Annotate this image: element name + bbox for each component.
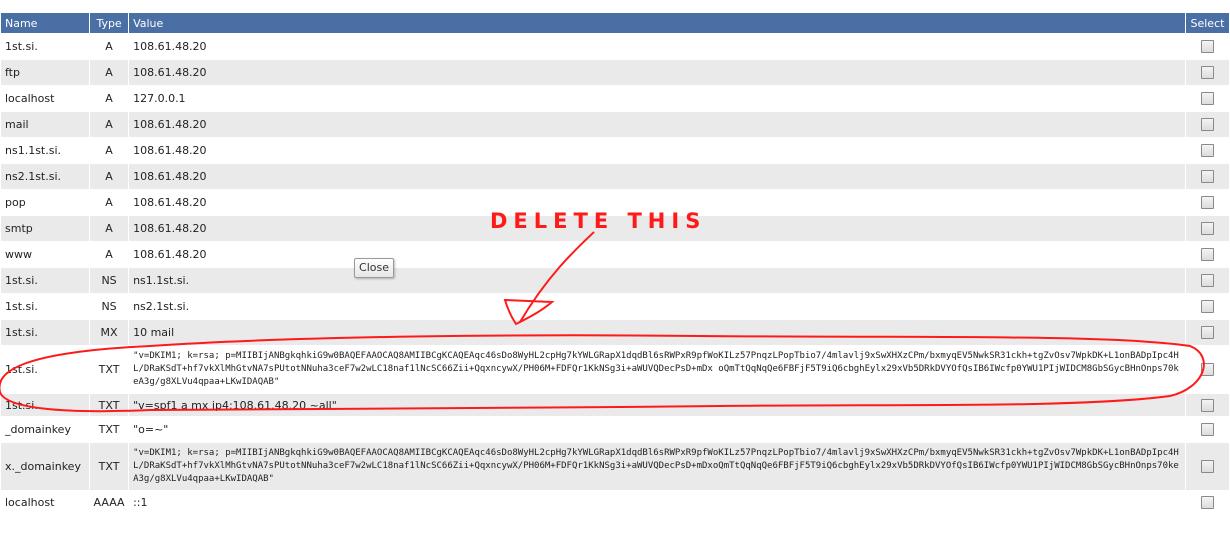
- select-checkbox[interactable]: [1200, 300, 1214, 314]
- select-checkbox[interactable]: [1200, 66, 1214, 80]
- record-name: x._domainkey: [1, 443, 90, 490]
- record-value: "v=DKIM1; k=rsa; p=MIIBIjANBgkqhkiG9w0BA…: [129, 443, 1185, 490]
- table-row: ns2.1st.si. A 108.61.48.20: [1, 164, 1229, 189]
- record-name: 1st.si.: [1, 34, 90, 59]
- close-button[interactable]: Close: [354, 258, 394, 278]
- top-strip: [0, 0, 1230, 12]
- record-type: A: [90, 164, 129, 189]
- record-value: ::1: [129, 491, 1185, 513]
- record-type: AAAA: [90, 491, 129, 513]
- record-name: localhost: [1, 491, 90, 513]
- dns-records-table: Name Type Value Select 1st.si. A 108.61.…: [0, 12, 1230, 514]
- record-name: ns2.1st.si.: [1, 164, 90, 189]
- record-type: A: [90, 34, 129, 59]
- record-type: NS: [90, 294, 129, 319]
- record-type: TXT: [90, 443, 129, 490]
- record-type: A: [90, 86, 129, 111]
- record-value: "v=DKIM1; k=rsa; p=MIIBIjANBgkqhkiG9w0BA…: [129, 346, 1185, 393]
- record-type: A: [90, 112, 129, 137]
- record-value: 108.61.48.20: [129, 34, 1185, 59]
- table-row: 1st.si. NS ns2.1st.si.: [1, 294, 1229, 319]
- record-value: 108.61.48.20: [129, 112, 1185, 137]
- record-name: 1st.si.: [1, 346, 90, 393]
- record-name: 1st.si.: [1, 294, 90, 319]
- record-value: 108.61.48.20: [129, 242, 1185, 267]
- select-checkbox[interactable]: [1200, 170, 1214, 184]
- table-row: 1st.si. TXT "v=spf1 a mx ip4:108.61.48.2…: [1, 394, 1229, 416]
- record-name: 1st.si.: [1, 320, 90, 345]
- record-type: A: [90, 190, 129, 215]
- record-type: A: [90, 216, 129, 241]
- record-type: MX: [90, 320, 129, 345]
- select-checkbox[interactable]: [1200, 274, 1214, 288]
- column-header-value[interactable]: Value: [129, 13, 1185, 33]
- record-type: A: [90, 60, 129, 85]
- column-header-select[interactable]: Select: [1185, 13, 1229, 33]
- select-checkbox[interactable]: [1200, 40, 1214, 54]
- record-value: 10 mail: [129, 320, 1185, 345]
- record-value: "o=~": [129, 417, 1185, 442]
- record-type: TXT: [90, 346, 129, 393]
- select-checkbox[interactable]: [1200, 398, 1214, 412]
- annotation-text: DELETE THIS: [490, 209, 707, 233]
- select-checkbox[interactable]: [1200, 423, 1214, 437]
- record-type: TXT: [90, 417, 129, 442]
- table-row: localhost A 127.0.0.1: [1, 86, 1229, 111]
- record-name: ns1.1st.si.: [1, 138, 90, 163]
- record-type: TXT: [90, 394, 129, 416]
- record-name: localhost: [1, 86, 90, 111]
- select-checkbox[interactable]: [1200, 92, 1214, 106]
- select-checkbox[interactable]: [1200, 196, 1214, 210]
- select-checkbox[interactable]: [1200, 222, 1214, 236]
- record-name: ftp: [1, 60, 90, 85]
- record-value: "v=spf1 a mx ip4:108.61.48.20 ~all": [129, 394, 1185, 416]
- select-checkbox[interactable]: [1200, 495, 1214, 509]
- record-name: 1st.si.: [1, 268, 90, 293]
- table-row: ftp A 108.61.48.20: [1, 60, 1229, 85]
- table-row: _domainkey TXT "o=~": [1, 417, 1229, 442]
- select-checkbox[interactable]: [1200, 118, 1214, 132]
- select-checkbox[interactable]: [1200, 460, 1214, 474]
- select-checkbox[interactable]: [1200, 363, 1214, 377]
- select-checkbox[interactable]: [1200, 144, 1214, 158]
- table-row: x._domainkey TXT "v=DKIM1; k=rsa; p=MIIB…: [1, 443, 1229, 490]
- select-checkbox[interactable]: [1200, 326, 1214, 340]
- record-name: 1st.si.: [1, 394, 90, 416]
- record-type: NS: [90, 268, 129, 293]
- table-row: www A 108.61.48.20: [1, 242, 1229, 267]
- table-row: ns1.1st.si. A 108.61.48.20: [1, 138, 1229, 163]
- table-row: 1st.si. A 108.61.48.20: [1, 34, 1229, 59]
- column-header-name[interactable]: Name: [1, 13, 90, 33]
- table-row: localhost AAAA ::1: [1, 491, 1229, 513]
- record-value: ns2.1st.si.: [129, 294, 1185, 319]
- record-name: www: [1, 242, 90, 267]
- record-name: _domainkey: [1, 417, 90, 442]
- column-header-type[interactable]: Type: [90, 13, 129, 33]
- record-name: mail: [1, 112, 90, 137]
- record-value: 108.61.48.20: [129, 138, 1185, 163]
- record-value: 127.0.0.1: [129, 86, 1185, 111]
- record-value: ns1.1st.si.: [129, 268, 1185, 293]
- table-row: 1st.si. TXT "v=DKIM1; k=rsa; p=MIIBIjANB…: [1, 346, 1229, 393]
- record-value: 108.61.48.20: [129, 164, 1185, 189]
- record-name: smtp: [1, 216, 90, 241]
- record-type: A: [90, 138, 129, 163]
- record-name: pop: [1, 190, 90, 215]
- select-checkbox[interactable]: [1200, 248, 1214, 262]
- record-type: A: [90, 242, 129, 267]
- table-header-row: Name Type Value Select: [1, 13, 1229, 33]
- record-value: 108.61.48.20: [129, 60, 1185, 85]
- table-row: mail A 108.61.48.20: [1, 112, 1229, 137]
- table-row: 1st.si. MX 10 mail: [1, 320, 1229, 345]
- table-row: 1st.si. NS ns1.1st.si.: [1, 268, 1229, 293]
